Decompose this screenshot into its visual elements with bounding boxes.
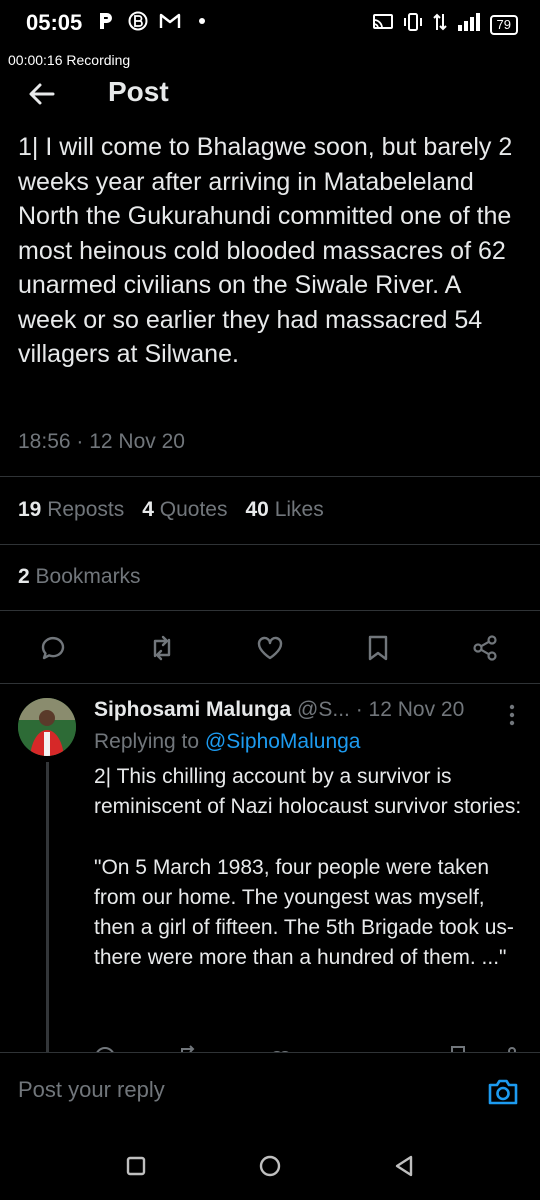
reposts-stat[interactable]: 19 Reposts — [18, 498, 124, 522]
p-app-icon — [95, 10, 117, 32]
dot-icon — [191, 10, 213, 32]
camera-icon[interactable] — [486, 1075, 520, 1109]
bookmarks-label: Bookmarks — [35, 565, 141, 588]
divider — [0, 544, 540, 545]
home-icon[interactable] — [256, 1152, 284, 1180]
bookmarks-count: 2 — [18, 565, 30, 588]
replying-handle-link[interactable]: @SiphoMalunga — [205, 730, 361, 753]
b-app-icon — [127, 10, 149, 32]
battery-indicator: 79 — [489, 14, 518, 35]
likes-label: Likes — [274, 498, 324, 521]
divider — [0, 683, 540, 684]
reply-input[interactable]: Post your reply — [18, 1077, 165, 1103]
back-arrow-icon[interactable] — [26, 78, 58, 110]
gmail-icon — [159, 10, 181, 32]
thread-line — [46, 762, 49, 1053]
bookmark-icon[interactable] — [362, 632, 394, 664]
divider — [0, 610, 540, 611]
reply-text: 2| This chilling account by a survivor i… — [94, 765, 522, 970]
share-icon[interactable] — [469, 632, 501, 664]
reply-author-handle[interactable]: @S... — [297, 698, 350, 721]
likes-count: 40 — [245, 498, 269, 521]
recents-icon[interactable] — [122, 1152, 150, 1180]
vibrate-icon — [402, 12, 424, 37]
back-nav-icon[interactable] — [390, 1152, 418, 1180]
quotes-count: 4 — [142, 498, 154, 521]
signal-icon — [456, 12, 482, 37]
repost-icon[interactable] — [146, 632, 178, 664]
page-title: Post — [108, 76, 169, 107]
status-time: 05:05 — [26, 10, 83, 35]
reply-date: · 12 Nov 20 — [355, 698, 465, 721]
notification-icons — [95, 10, 213, 32]
replying-to: Replying to @SiphoMalunga — [94, 730, 361, 754]
quotes-label: Quotes — [159, 498, 228, 521]
reply-author-name[interactable]: Siphosami Malunga — [94, 698, 291, 721]
reply-composer: Post your reply — [0, 1052, 540, 1133]
data-arrows-icon — [432, 12, 448, 37]
cast-icon — [372, 12, 394, 37]
system-nav-bar — [0, 1132, 540, 1200]
divider — [0, 476, 540, 477]
engagement-stats: 19 Reposts 4 Quotes 40 Likes — [18, 498, 324, 522]
post-timestamp: 18:56 · 12 Nov 20 — [18, 430, 185, 453]
status-bar: 05:05 79 — [0, 0, 540, 48]
reposts-label: Reposts — [47, 498, 125, 521]
avatar[interactable] — [18, 698, 76, 756]
likes-stat[interactable]: 40 Likes — [246, 498, 324, 522]
bookmarks-stat[interactable]: 2 Bookmarks — [18, 565, 141, 589]
reply-header: Siphosami Malunga @S... · 12 Nov 20 — [94, 698, 464, 722]
quotes-stat[interactable]: 4 Quotes — [142, 498, 227, 522]
replying-prefix: Replying to — [94, 730, 200, 753]
reposts-count: 19 — [18, 498, 42, 521]
system-icons: 79 — [372, 12, 518, 37]
more-icon[interactable] — [502, 702, 522, 728]
reply-icon[interactable] — [37, 632, 69, 664]
like-icon[interactable] — [254, 632, 286, 664]
reply-item[interactable]: Siphosami Malunga @S... · 12 Nov 20 Repl… — [0, 688, 540, 1053]
recording-indicator: 00:00:16 Recording — [8, 52, 131, 68]
post-actions — [0, 628, 540, 668]
post-text: 1| I will come to Bhalagwe soon, but bar… — [18, 133, 513, 368]
header: Post — [0, 68, 540, 124]
